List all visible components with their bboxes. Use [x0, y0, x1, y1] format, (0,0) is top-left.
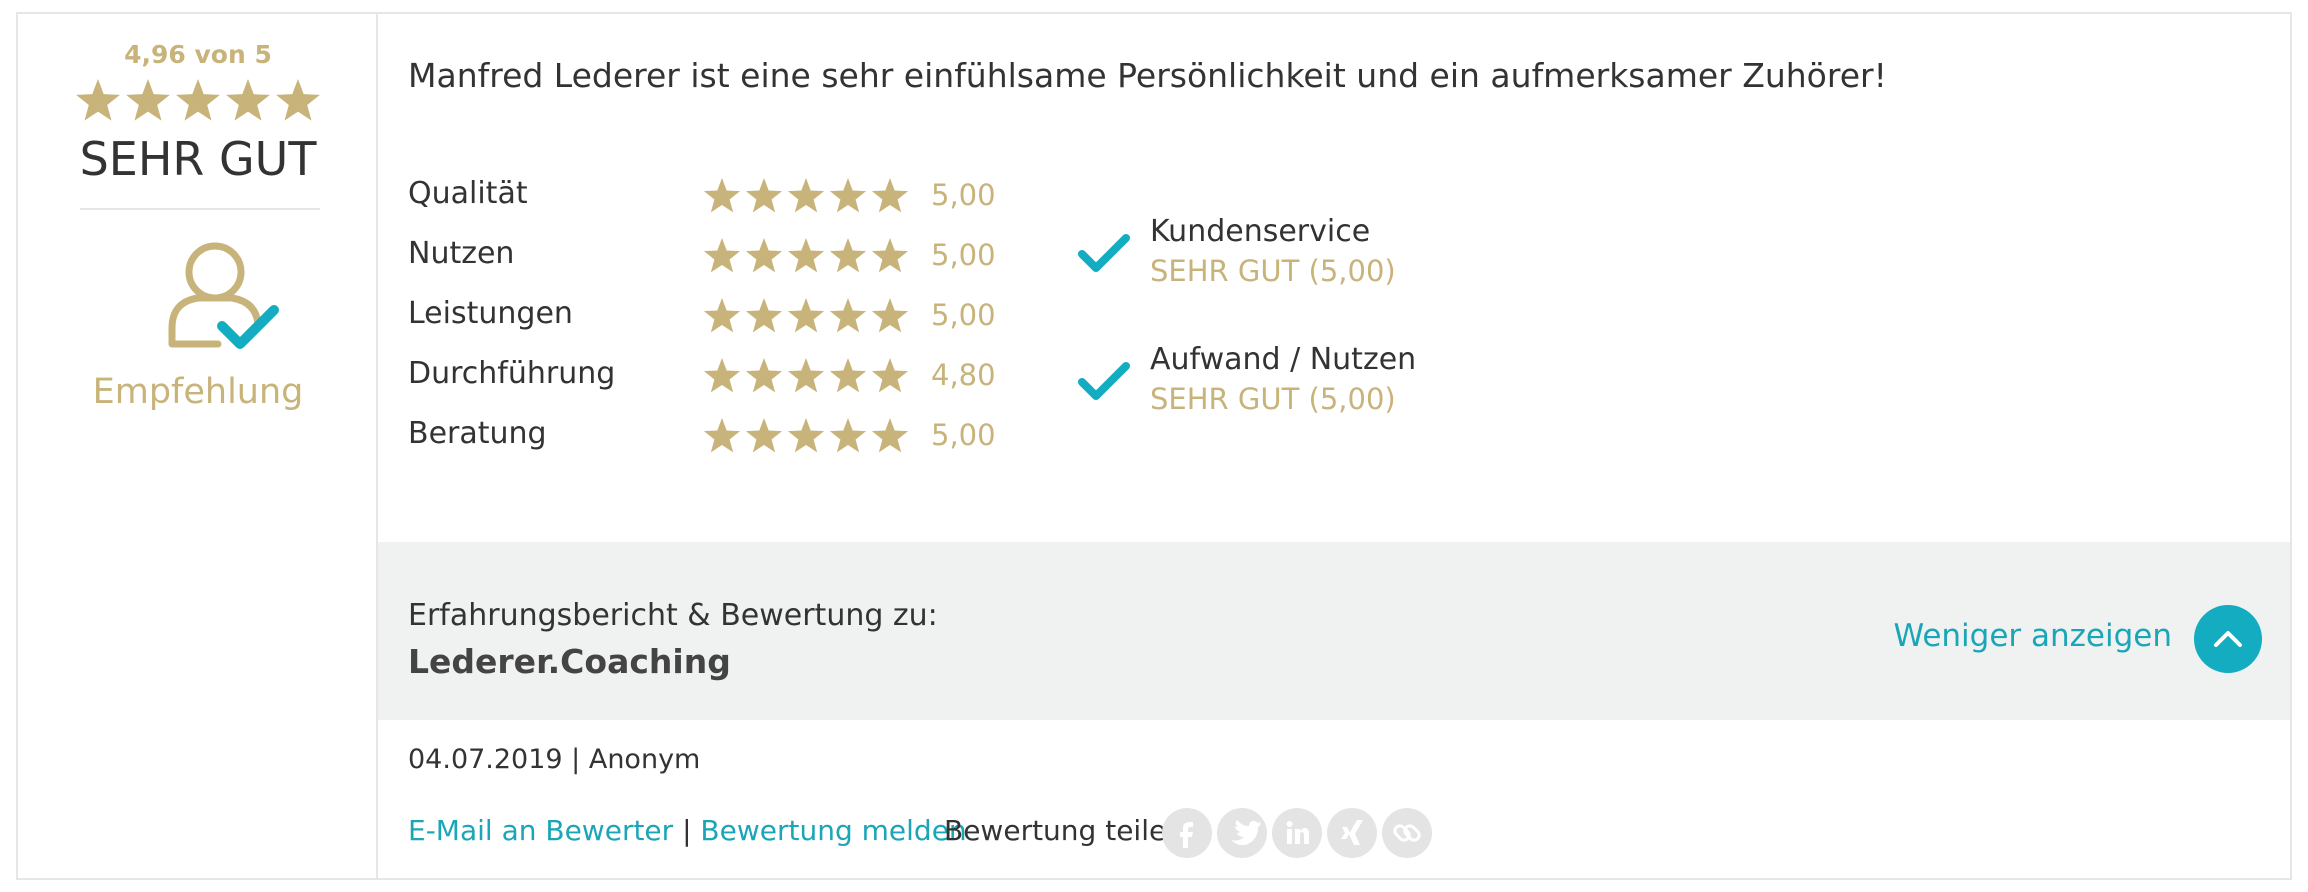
rating-row-beratung: Beratung 5,00: [408, 406, 1028, 466]
facebook-icon: [1180, 822, 1193, 848]
rating-row-durchfuehrung: Durchführung 4,80: [408, 346, 1028, 406]
feature-name: Kundenservice: [1150, 214, 1371, 249]
review-subject-band: Erfahrungsbericht & Bewertung zu: Ledere…: [378, 542, 2290, 720]
star-icon: [871, 238, 909, 273]
star-rating: [703, 358, 909, 393]
star-rating: [703, 418, 909, 453]
feature-kundenservice: Kundenservice SEHR GUT (5,00): [1078, 214, 1478, 304]
chevron-up-icon: [2214, 631, 2242, 647]
review-card: 4,96 von 5 SEHR GUT Empfehlung Manfred L…: [16, 12, 2292, 880]
star-icon: [787, 298, 825, 333]
share-label: Bewertung teilen:: [944, 814, 1194, 847]
star-icon: [829, 298, 867, 333]
review-date-author: 04.07.2019 | Anonym: [408, 744, 701, 775]
star-icon: [829, 418, 867, 453]
rating-label: Nutzen: [408, 236, 515, 271]
share-twitter-button[interactable]: [1217, 808, 1267, 858]
star-icon: [745, 178, 783, 213]
review-main: Manfred Lederer ist eine sehr einfühlsam…: [378, 14, 2290, 878]
collapse-button[interactable]: [2194, 605, 2262, 673]
rating-value: 4,80: [931, 358, 996, 392]
twitter-icon: [1231, 820, 1261, 846]
review-actions: E-Mail an Bewerter | Bewertung melden: [408, 814, 967, 847]
star-icon: [787, 178, 825, 213]
star-rating: [703, 298, 909, 333]
star-icon: [787, 238, 825, 273]
share-facebook-button[interactable]: [1162, 808, 1212, 858]
checkmark-icon: [1078, 234, 1130, 272]
star-icon: [745, 298, 783, 333]
star-icon: [276, 79, 320, 121]
recommendation-label: Empfehlung: [92, 372, 304, 412]
share-linkedin-button[interactable]: [1272, 808, 1322, 858]
star-icon: [871, 178, 909, 213]
checkmark-icon: [1078, 362, 1130, 400]
star-icon: [703, 238, 741, 273]
rating-value: 5,00: [931, 298, 996, 332]
star-icon: [829, 358, 867, 393]
rating-value: 5,00: [931, 178, 996, 212]
overall-score: 4,96 von 5: [124, 40, 272, 69]
star-icon: [126, 79, 170, 121]
star-icon: [871, 418, 909, 453]
rating-label: Qualität: [408, 176, 528, 211]
rating-value: 5,00: [931, 238, 996, 272]
subject-title: Erfahrungsbericht & Bewertung zu:: [408, 598, 938, 633]
linkedin-icon: [1286, 821, 1309, 844]
review-headline: Manfred Lederer ist eine sehr einfühlsam…: [408, 56, 1887, 95]
user-check-icon: [168, 242, 279, 349]
feature-name: Aufwand / Nutzen: [1150, 342, 1417, 377]
feature-aufwand-nutzen: Aufwand / Nutzen SEHR GUT (5,00): [1078, 342, 1478, 432]
star-icon: [871, 298, 909, 333]
subject-company: Lederer.Coaching: [408, 642, 731, 681]
email-reviewer-link[interactable]: E-Mail an Bewerter: [408, 814, 673, 847]
link-separator: |: [682, 814, 692, 847]
star-icon: [787, 418, 825, 453]
share-xing-button[interactable]: [1327, 808, 1377, 858]
rating-label: Durchführung: [408, 356, 616, 391]
report-review-link[interactable]: Bewertung melden: [700, 814, 966, 847]
overall-verdict: SEHR GUT: [79, 132, 317, 186]
rating-row-qualitaet: Qualität 5,00: [408, 166, 1028, 226]
show-less-link[interactable]: Weniger anzeigen: [1893, 618, 2172, 654]
star-icon: [871, 358, 909, 393]
star-icon: [745, 238, 783, 273]
star-rating: [703, 238, 909, 273]
star-icon: [176, 79, 220, 121]
star-icon: [703, 298, 741, 333]
summary-divider: [80, 208, 320, 210]
rating-summary-panel: 4,96 von 5 SEHR GUT Empfehlung: [18, 14, 378, 878]
star-icon: [787, 358, 825, 393]
star-rating: [703, 178, 909, 213]
share-link-button[interactable]: [1382, 808, 1432, 858]
rating-row-nutzen: Nutzen 5,00: [408, 226, 1028, 286]
star-icon: [703, 358, 741, 393]
feature-value: SEHR GUT (5,00): [1150, 254, 1396, 288]
feature-value: SEHR GUT (5,00): [1150, 382, 1396, 416]
rating-label: Beratung: [408, 416, 547, 451]
star-icon: [829, 238, 867, 273]
rating-value: 5,00: [931, 418, 996, 452]
rating-row-leistungen: Leistungen 5,00: [408, 286, 1028, 346]
star-icon: [745, 418, 783, 453]
overall-star-rating: [76, 79, 320, 121]
star-icon: [226, 79, 270, 121]
star-icon: [829, 178, 867, 213]
rating-label: Leistungen: [408, 296, 573, 331]
star-icon: [76, 79, 120, 121]
xing-icon: [1341, 820, 1363, 845]
star-icon: [745, 358, 783, 393]
link-icon: [1393, 824, 1421, 842]
star-icon: [703, 418, 741, 453]
star-icon: [703, 178, 741, 213]
